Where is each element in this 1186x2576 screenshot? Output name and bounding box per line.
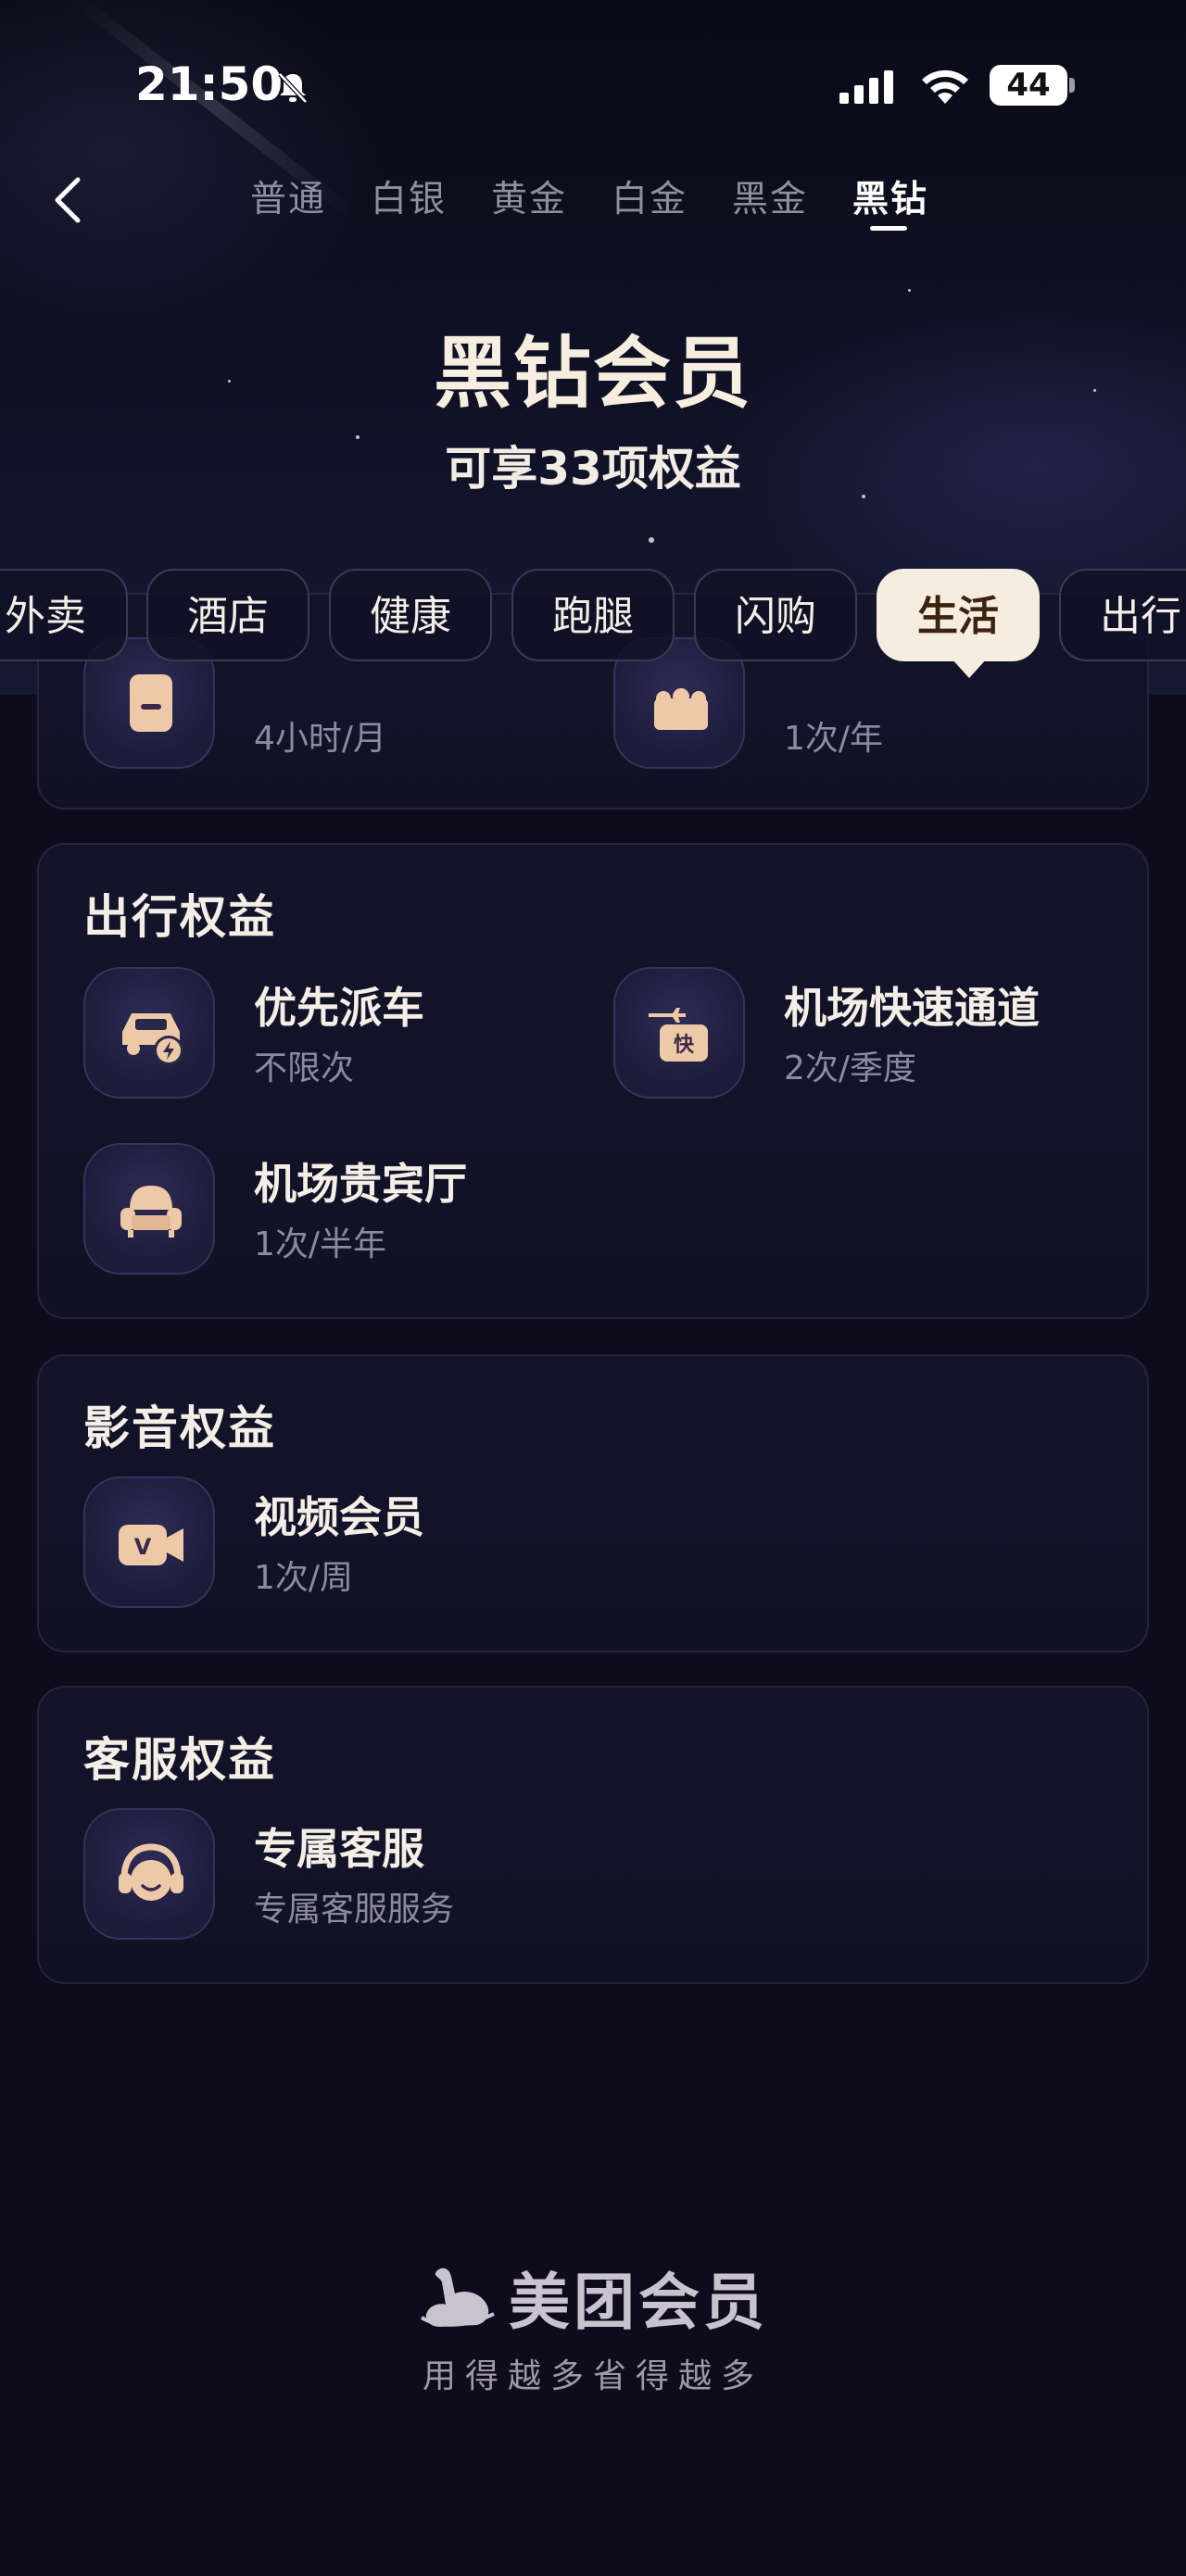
chip-health[interactable]: 健康 bbox=[329, 569, 492, 661]
star bbox=[908, 289, 911, 292]
tier-tab-gold[interactable]: 黄金 bbox=[491, 170, 612, 222]
status-time: 21:50 bbox=[135, 57, 284, 111]
section-title: 出行权益 bbox=[83, 890, 276, 944]
section-title: 客服权益 bbox=[83, 1733, 276, 1787]
brand-slogan: 用得越多省得越多 bbox=[422, 2357, 763, 2395]
benefit-name: 专属客服 bbox=[254, 1824, 424, 1874]
chip-hotel[interactable]: 酒店 bbox=[146, 569, 309, 661]
tier-tab-black-diamond[interactable]: 黑钻 bbox=[852, 170, 973, 231]
tier-tab-black-gold[interactable]: 黑金 bbox=[732, 170, 852, 222]
bell-off-icon bbox=[278, 72, 308, 104]
battery-icon: 44 bbox=[990, 65, 1075, 106]
footer-brand: 美团会员 用得越多省得越多 bbox=[0, 2253, 1186, 2397]
benefit-card-travel: 出行权益 优先派车 不限次 快 机场快速通道 2次/季度 机场贵宾厅 1次/半年 bbox=[37, 843, 1149, 1319]
signal-icon bbox=[839, 69, 893, 104]
armchair-icon bbox=[83, 1143, 215, 1275]
benefit-count: 可享33项权益 bbox=[445, 442, 741, 496]
headset-icon bbox=[83, 1808, 215, 1940]
chip-travel[interactable]: 出行 bbox=[1059, 569, 1186, 661]
benefit-desc: 1次/周 bbox=[254, 1559, 354, 1597]
tier-tab-platinum[interactable]: 白金 bbox=[612, 170, 732, 222]
benefit-name: 优先派车 bbox=[254, 983, 424, 1033]
benefit-desc: 专属客服服务 bbox=[254, 1891, 455, 1929]
benefit-name: 机场贵宾厅 bbox=[254, 1159, 467, 1209]
benefit-desc: 2次/季度 bbox=[784, 1049, 917, 1087]
benefit-name: 机场快速通道 bbox=[784, 983, 1040, 1033]
wifi-icon bbox=[922, 69, 968, 104]
video-camera-icon: V bbox=[83, 1476, 215, 1608]
tier-tab-silver[interactable]: 白银 bbox=[371, 170, 491, 222]
tier-tabs: 普通 白银 黄金 白金 黑金 黑钻 bbox=[250, 170, 973, 231]
benefit-card-service: 客服权益 专属客服 专属客服服务 bbox=[37, 1686, 1149, 1984]
section-title: 影音权益 bbox=[83, 1401, 276, 1455]
chip-flash-buy[interactable]: 闪购 bbox=[694, 569, 857, 661]
fast-badge: 快 bbox=[674, 1034, 695, 1057]
category-chips: 外卖 酒店 健康 跑腿 闪购 生活 出行 bbox=[0, 569, 1186, 678]
benefit-desc: 不限次 bbox=[254, 1049, 355, 1087]
tier-tab-normal[interactable]: 普通 bbox=[250, 170, 371, 222]
battery-level: 44 bbox=[990, 65, 1067, 106]
chip-life[interactable]: 生活 bbox=[877, 569, 1040, 678]
brand-name: 美团会员 bbox=[509, 2267, 768, 2338]
back-chevron-icon[interactable] bbox=[46, 172, 89, 228]
car-icon bbox=[83, 967, 215, 1099]
meituan-kangaroo-logo bbox=[420, 2268, 495, 2327]
star bbox=[649, 537, 654, 543]
benefit-desc: 1次/年 bbox=[784, 720, 884, 758]
airport-fast-track-icon: 快 bbox=[613, 967, 745, 1099]
benefit-desc: 4小时/月 bbox=[254, 720, 387, 758]
chip-takeout[interactable]: 外卖 bbox=[0, 569, 128, 661]
benefit-card-media: 影音权益 V 视频会员 1次/周 bbox=[37, 1354, 1149, 1652]
video-badge: V bbox=[134, 1534, 152, 1560]
benefit-desc: 1次/半年 bbox=[254, 1225, 387, 1263]
chip-errand[interactable]: 跑腿 bbox=[511, 569, 675, 661]
page-title: 黑钻会员 bbox=[433, 328, 752, 419]
benefit-name: 视频会员 bbox=[254, 1492, 424, 1542]
